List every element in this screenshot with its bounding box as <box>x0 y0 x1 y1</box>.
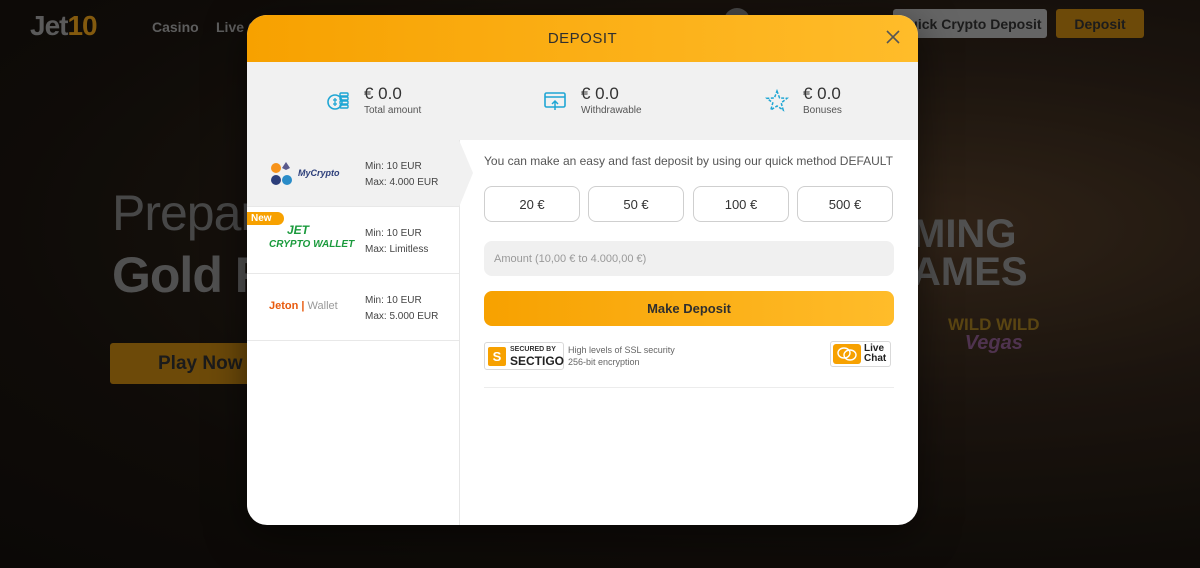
method-min: Min: 10 EUR <box>365 228 422 239</box>
bonuses-label: Bonuses <box>803 105 842 116</box>
security-info: S SECURED BY SECTIGO High levels of SSL … <box>484 340 894 388</box>
method-min: Min: 10 EUR <box>365 161 422 172</box>
payment-methods-list: MyCrypto Min: 10 EUR Max: 4.000 EUR JET … <box>247 140 473 525</box>
sectigo-badge: S SECURED BY SECTIGO <box>484 342 564 370</box>
amount-20-button[interactable]: 20 € <box>484 186 580 222</box>
modal-header: DEPOSIT <box>247 15 918 62</box>
sectigo-shield-icon: S <box>488 347 506 366</box>
withdrawable-value: € 0.0 <box>581 84 619 103</box>
total-amount-label: Total amount <box>364 105 422 116</box>
method-mycrypto[interactable]: MyCrypto Min: 10 EUR Max: 4.000 EUR <box>247 140 473 207</box>
balance-bar: € 0.0 Total amount € 0.0 Withdrawable € … <box>247 62 918 140</box>
quick-method-text: You can make an easy and fast deposit by… <box>484 154 893 168</box>
modal-title: DEPOSIT <box>547 30 618 47</box>
deposit-modal: DEPOSIT € 0.0 Total amount € 0.0 Withdra… <box>247 15 918 525</box>
chat-bubble-icon <box>833 344 861 364</box>
jet-crypto-wallet-logo: JET CRYPTO WALLET <box>269 223 355 250</box>
coins-icon <box>327 92 349 110</box>
amount-100-button[interactable]: 100 € <box>693 186 789 222</box>
total-amount-value: € 0.0 <box>364 84 402 103</box>
mycrypto-logo: MyCrypto <box>269 160 369 188</box>
method-max: Max: 4.000 EUR <box>365 177 439 188</box>
crypto-coins-icon <box>271 162 292 185</box>
deposit-body: MyCrypto Min: 10 EUR Max: 4.000 EUR JET … <box>247 140 918 525</box>
method-max: Max: 5.000 EUR <box>365 311 439 322</box>
bonuses-value: € 0.0 <box>803 84 841 103</box>
new-badge: New <box>247 212 284 225</box>
ssl-text-line2: 256-bit encryption <box>568 357 640 367</box>
method-min: Min: 10 EUR <box>365 295 422 306</box>
jeton-wallet-logo: Jeton | Wallet <box>269 300 338 312</box>
close-button[interactable] <box>883 28 903 48</box>
live-chat-button[interactable]: Live Chat <box>830 341 891 367</box>
amount-50-button[interactable]: 50 € <box>588 186 684 222</box>
withdraw-icon <box>544 92 566 110</box>
withdrawable-label: Withdrawable <box>581 105 642 116</box>
close-icon <box>886 29 900 44</box>
amount-input[interactable] <box>484 241 894 276</box>
ssl-text-line1: High levels of SSL security <box>568 345 675 355</box>
method-jeton-wallet[interactable]: Jeton | Wallet Min: 10 EUR Max: 5.000 EU… <box>247 274 459 341</box>
make-deposit-button[interactable]: Make Deposit <box>484 291 894 326</box>
quick-deposit-panel: You can make an easy and fast deposit by… <box>484 140 894 525</box>
amount-500-button[interactable]: 500 € <box>797 186 893 222</box>
method-max: Max: Limitless <box>365 244 429 255</box>
star-icon <box>765 89 789 112</box>
